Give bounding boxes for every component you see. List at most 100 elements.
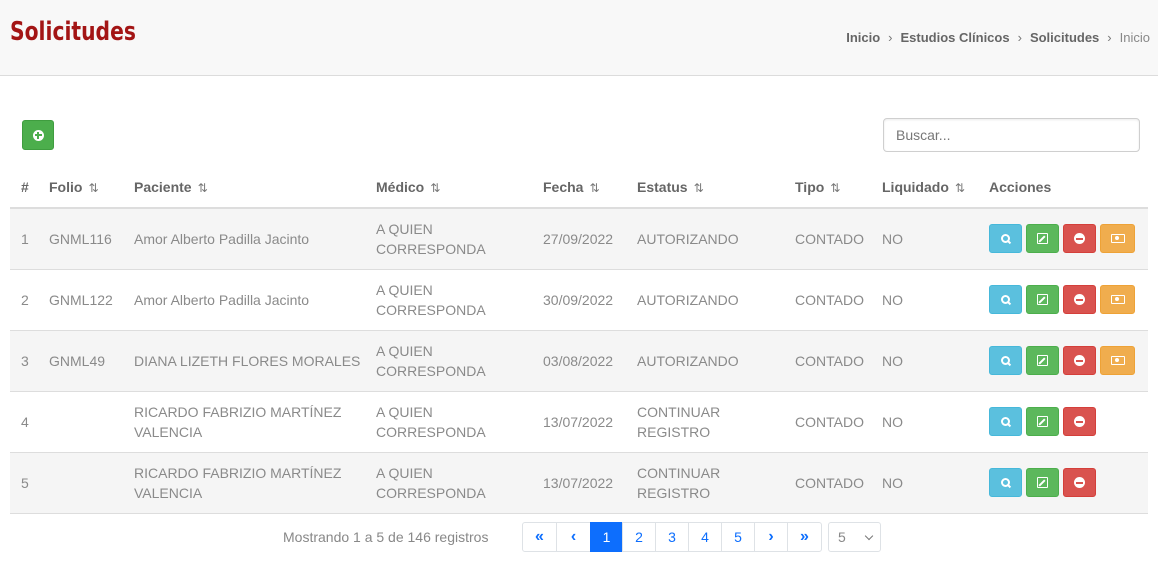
row-actions [989, 285, 1148, 314]
column-header[interactable]: Estatus ⇅ [626, 166, 784, 209]
column-header-label: Liquidado [882, 178, 949, 195]
edit-button[interactable] [1026, 468, 1059, 497]
view-button[interactable] [989, 346, 1022, 375]
next-page-button[interactable]: › [754, 522, 788, 552]
page-button-4[interactable]: 4 [688, 522, 722, 552]
delete-button[interactable] [1063, 224, 1096, 254]
page-size-select[interactable]: 5 [828, 522, 881, 552]
column-header-label: Estatus [637, 178, 688, 195]
edit-button[interactable] [1026, 346, 1059, 375]
money-icon [1110, 234, 1125, 244]
column-header[interactable]: Médico ⇅ [365, 166, 532, 209]
last-page-button[interactable]: » [787, 522, 822, 552]
first-page-button[interactable]: « [522, 522, 557, 552]
delete-button[interactable] [1063, 468, 1096, 497]
page-button-5[interactable]: 5 [721, 522, 755, 552]
cell-paciente: RICARDO FABRIZIO MARTÍNEZ VALENCIA [123, 391, 365, 453]
table-body: 1 GNML116 Amor Alberto Padilla Jacinto A QU… [10, 208, 1148, 514]
edit-button[interactable] [1026, 285, 1059, 314]
sort-icon[interactable]: ⇅ [694, 181, 704, 195]
cell-fecha: 27/09/2022 [532, 208, 626, 270]
column-header: Acciones [978, 166, 1148, 209]
cell-num: 3 [10, 330, 38, 392]
table-row: 5 RICARDO FABRIZIO MARTÍNEZ VALENCIA A QUI… [10, 452, 1148, 514]
breadcrumb-item-solicitudes[interactable]: Solicitudes [1030, 30, 1099, 45]
page-button-1[interactable]: 1 [590, 522, 623, 552]
cell-tipo: CONTADO [784, 208, 871, 270]
cell-num: 4 [10, 391, 38, 453]
cell-num: 1 [10, 208, 38, 270]
cell-acciones [978, 391, 1148, 453]
cell-paciente: Amor Alberto Padilla Jacinto [123, 208, 365, 270]
cell-acciones [978, 330, 1148, 392]
column-header-label: Folio [49, 178, 83, 195]
chevron-left-icon: ‹ [570, 528, 577, 545]
cell-fecha: 13/07/2022 [532, 452, 626, 514]
breadcrumb-item-estudios-clinicos[interactable]: Estudios Clínicos [901, 30, 1010, 45]
cell-liquidado: NO [871, 391, 978, 453]
sort-icon[interactable]: ⇅ [589, 181, 599, 195]
view-button[interactable] [989, 468, 1022, 497]
cell-tipo: CONTADO [784, 452, 871, 514]
column-header[interactable]: Fecha ⇅ [532, 166, 626, 209]
sort-icon[interactable]: ⇅ [830, 181, 840, 195]
breadcrumb: Inicio › Estudios Clínicos › Solicitudes… [846, 30, 1150, 45]
cell-liquidado: NO [871, 269, 978, 331]
add-request-button[interactable] [22, 120, 54, 150]
page-button-3[interactable]: 3 [655, 522, 689, 552]
cell-tipo: CONTADO [784, 269, 871, 331]
column-header[interactable]: Tipo ⇅ [784, 166, 871, 209]
sort-icon[interactable]: ⇅ [430, 181, 440, 195]
cell-acciones [978, 208, 1148, 270]
search-input[interactable] [883, 118, 1140, 152]
table-row: 2 GNML122 Amor Alberto Padilla Jacinto A QU… [10, 269, 1148, 331]
sort-icon[interactable]: ⇅ [198, 181, 208, 195]
cell-tipo: CONTADO [784, 330, 871, 392]
plus-circle-icon [32, 129, 44, 141]
delete-button[interactable] [1063, 346, 1096, 375]
delete-button[interactable] [1063, 407, 1096, 436]
table-row: 4 RICARDO FABRIZIO MARTÍNEZ VALENCIA A QUI… [10, 391, 1148, 453]
view-button[interactable] [989, 407, 1022, 436]
row-actions [989, 346, 1148, 375]
edit-icon [1037, 294, 1048, 305]
column-header[interactable]: Paciente ⇅ [123, 166, 365, 209]
row-actions [989, 468, 1148, 497]
page-size-value: 5 [838, 529, 846, 545]
view-button[interactable] [989, 224, 1022, 254]
double-chevron-left-icon: « [535, 528, 544, 545]
edit-button[interactable] [1026, 407, 1059, 436]
column-header-label: Paciente [134, 178, 192, 195]
edit-icon [1037, 416, 1048, 427]
delete-button[interactable] [1063, 285, 1096, 314]
breadcrumb-separator: › [888, 30, 893, 45]
column-header[interactable]: Liquidado ⇅ [871, 166, 978, 209]
requests-table: # Folio ⇅ Paciente ⇅ Médico ⇅ Fecha ⇅ Estatus ⇅ Tip… [10, 166, 1148, 514]
breadcrumb-item-inicio[interactable]: Inicio [846, 30, 880, 45]
payment-button[interactable] [1100, 285, 1135, 314]
table-row: 1 GNML116 Amor Alberto Padilla Jacinto A QU… [10, 208, 1148, 270]
minus-circle-icon [1074, 355, 1085, 366]
page-button-2[interactable]: 2 [622, 522, 656, 552]
chevron-down-icon [864, 531, 874, 541]
sort-icon[interactable]: ⇅ [955, 181, 965, 195]
cell-acciones [978, 452, 1148, 514]
column-header-label: Tipo [795, 178, 825, 195]
search-icon [1000, 355, 1011, 366]
edit-button[interactable] [1026, 224, 1059, 254]
payment-button[interactable] [1100, 346, 1135, 375]
double-chevron-right-icon: » [800, 528, 809, 545]
edit-icon [1037, 477, 1048, 488]
cell-medico: A QUIEN CORRESPONDA [365, 391, 532, 453]
payment-button[interactable] [1100, 224, 1135, 254]
search-icon [1000, 294, 1011, 305]
search-icon [1000, 416, 1011, 427]
view-button[interactable] [989, 285, 1022, 314]
cell-num: 5 [10, 452, 38, 514]
cell-liquidado: NO [871, 330, 978, 392]
sort-icon[interactable]: ⇅ [88, 181, 98, 195]
row-actions [989, 224, 1148, 254]
column-header[interactable]: Folio ⇅ [38, 166, 123, 209]
money-icon [1110, 356, 1125, 365]
prev-page-button[interactable]: ‹ [556, 522, 591, 552]
